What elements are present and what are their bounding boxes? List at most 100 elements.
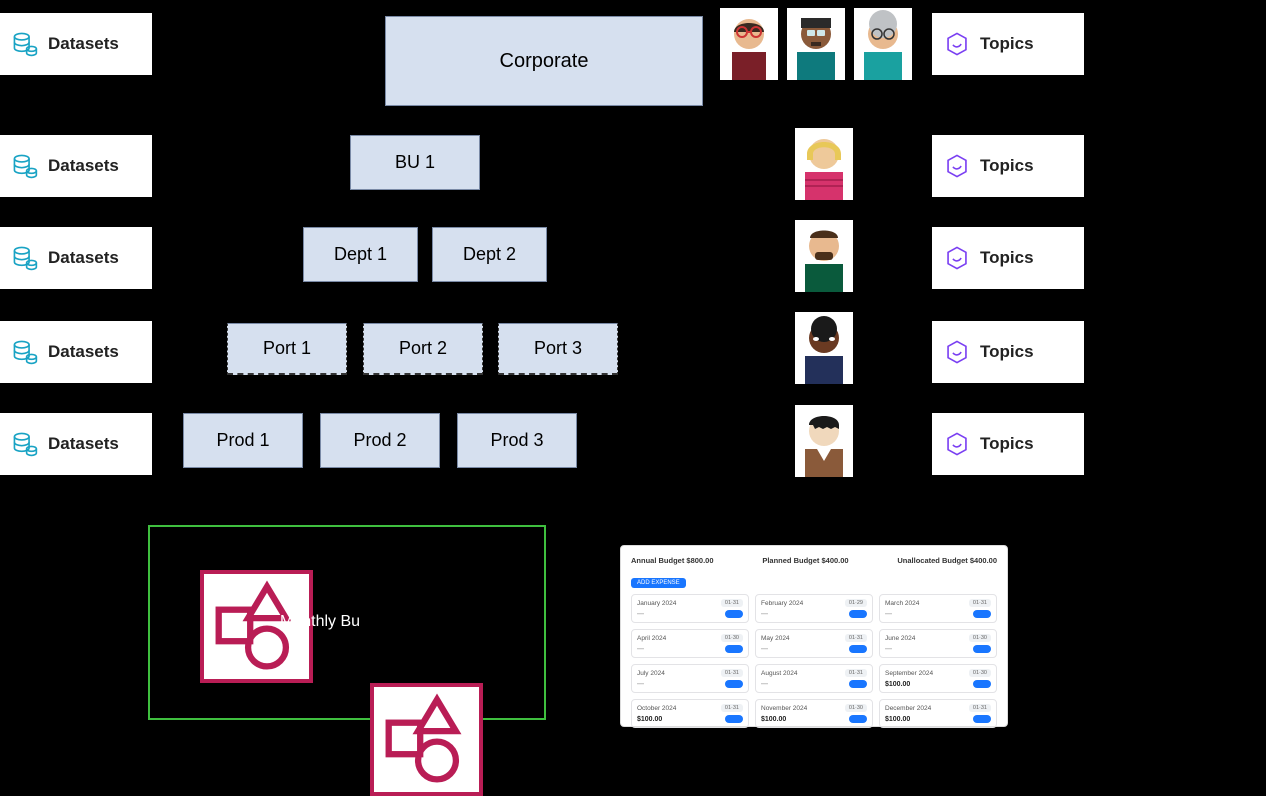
budget-month-cell: February 2024 01·29 — — [755, 594, 873, 623]
datasets-card-corporate[interactable]: Datasets — [0, 13, 152, 75]
planned-budget-label: Planned Budget $400.00 — [762, 556, 848, 565]
toggle-pill[interactable] — [849, 680, 867, 688]
toggle-pill[interactable] — [725, 680, 743, 688]
topics-card-dept[interactable]: Topics — [932, 227, 1084, 289]
database-icon — [12, 31, 38, 57]
datasets-label: Datasets — [48, 342, 119, 362]
month-amount: $100.00 — [637, 716, 662, 723]
toggle-pill[interactable] — [725, 645, 743, 653]
date-range-chip: 01·31 — [969, 599, 991, 607]
month-amount: — — [885, 611, 892, 618]
toggle-pill[interactable] — [973, 645, 991, 653]
node-port1: Port 1 — [227, 323, 347, 375]
toggle-pill[interactable] — [849, 715, 867, 723]
node-port3: Port 3 — [498, 323, 618, 375]
month-amount: $100.00 — [885, 681, 910, 688]
avatar-exec-1 — [720, 8, 778, 80]
toggle-pill[interactable] — [849, 610, 867, 618]
date-range-chip: 01·31 — [845, 669, 867, 677]
budget-month-cell: June 202401·30— — [879, 629, 997, 658]
topics-card-bu[interactable]: Topics — [932, 135, 1084, 197]
budget-month-cell: March 2024 01·31 — — [879, 594, 997, 623]
shape-tile-2 — [370, 683, 483, 796]
datasets-card-prod[interactable]: Datasets — [0, 413, 152, 475]
toggle-pill[interactable] — [973, 715, 991, 723]
topics-label: Topics — [980, 156, 1034, 176]
avatar-product-manager — [795, 405, 853, 477]
node-dept2: Dept 2 — [432, 227, 547, 282]
budget-month-cell: December 2024 01·31 $100.00 — [879, 699, 997, 728]
date-range-chip: 01·30 — [969, 634, 991, 642]
topics-label: Topics — [980, 248, 1034, 268]
node-port2: Port 2 — [363, 323, 483, 375]
month-amount: — — [761, 611, 768, 618]
budget-month-cell: January 2024 01·31 — — [631, 594, 749, 623]
month-amount: $100.00 — [761, 716, 786, 723]
budget-header: Annual Budget $800.00 Planned Budget $40… — [631, 556, 997, 565]
node-corporate: Corporate — [385, 16, 703, 106]
topic-hex-icon — [944, 431, 970, 457]
month-name: December 2024 — [885, 705, 931, 712]
budget-thumbnail: Annual Budget $800.00 Planned Budget $40… — [620, 545, 1008, 727]
budget-month-cell: August 2024 01·31 — — [755, 664, 873, 693]
budget-month-cell: July 202401·31— — [631, 664, 749, 693]
month-name: June 2024 — [885, 635, 915, 642]
database-icon — [12, 153, 38, 179]
budget-month-grid: January 202401·31—February 202401·29—Mar… — [631, 594, 997, 728]
budget-month-cell: April 202401·30— — [631, 629, 749, 658]
month-name: August 2024 — [761, 670, 798, 677]
toggle-pill[interactable] — [973, 680, 991, 688]
datasets-card-port[interactable]: Datasets — [0, 321, 152, 383]
toggle-pill[interactable] — [725, 610, 743, 618]
month-name: March 2024 — [885, 600, 919, 607]
topics-card-prod[interactable]: Topics — [932, 413, 1084, 475]
toggle-pill[interactable] — [849, 645, 867, 653]
datasets-label: Datasets — [48, 34, 119, 54]
month-amount: $100.00 — [885, 716, 910, 723]
date-range-chip: 01·31 — [969, 704, 991, 712]
toggle-pill[interactable] — [973, 610, 991, 618]
month-name: May 2024 — [761, 635, 790, 642]
month-name: October 2024 — [637, 705, 676, 712]
database-icon — [12, 339, 38, 365]
database-icon — [12, 245, 38, 271]
date-range-chip: 01·30 — [845, 704, 867, 712]
node-prod1: Prod 1 — [183, 413, 303, 468]
date-range-chip: 01·31 — [721, 599, 743, 607]
budget-month-cell: September 202401·30$100.00 — [879, 664, 997, 693]
datasets-label: Datasets — [48, 156, 119, 176]
avatar-bu-manager — [795, 128, 853, 200]
topics-label: Topics — [980, 342, 1034, 362]
month-name: February 2024 — [761, 600, 803, 607]
datasets-card-bu[interactable]: Datasets — [0, 135, 152, 197]
datasets-card-dept[interactable]: Datasets — [0, 227, 152, 289]
node-prod2: Prod 2 — [320, 413, 440, 468]
month-name: September 2024 — [885, 670, 933, 677]
topic-hex-icon — [944, 31, 970, 57]
datasets-label: Datasets — [48, 248, 119, 268]
date-range-chip: 01·31 — [845, 634, 867, 642]
topics-label: Topics — [980, 434, 1034, 454]
topics-label: Topics — [980, 34, 1034, 54]
month-amount: — — [637, 611, 644, 618]
date-range-chip: 01·29 — [845, 599, 867, 607]
month-name: April 2024 — [637, 635, 666, 642]
add-expense-badge[interactable]: ADD EXPENSE — [631, 578, 686, 588]
month-name: July 2024 — [637, 670, 665, 677]
topics-card-corporate[interactable]: Topics — [932, 13, 1084, 75]
toggle-pill[interactable] — [725, 715, 743, 723]
month-name: January 2024 — [637, 600, 676, 607]
topics-card-port[interactable]: Topics — [932, 321, 1084, 383]
month-amount: — — [761, 681, 768, 688]
month-amount: — — [637, 646, 644, 653]
month-name: November 2024 — [761, 705, 807, 712]
node-bu1: BU 1 — [350, 135, 480, 190]
unallocated-budget-label: Unallocated Budget $400.00 — [897, 556, 997, 565]
node-dept1: Dept 1 — [303, 227, 418, 282]
budget-month-cell: November 2024 01·30 $100.00 — [755, 699, 873, 728]
avatar-dept-manager — [795, 220, 853, 292]
date-range-chip: 01·31 — [721, 704, 743, 712]
node-prod3: Prod 3 — [457, 413, 577, 468]
topic-hex-icon — [944, 245, 970, 271]
month-amount: — — [761, 646, 768, 653]
